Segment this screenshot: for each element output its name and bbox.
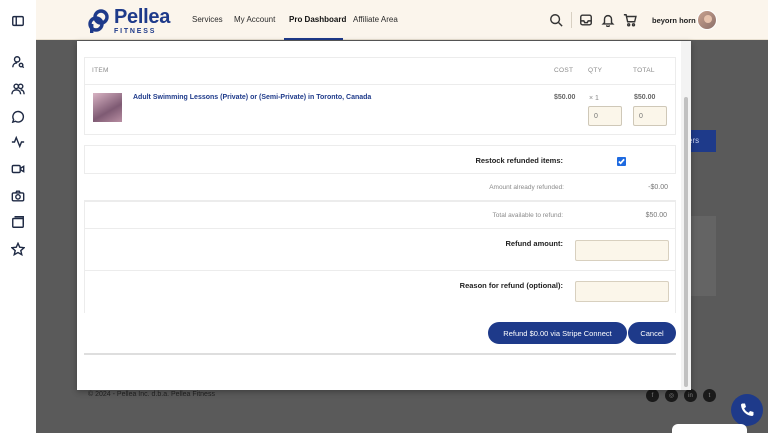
users-icon[interactable] xyxy=(10,81,26,97)
camera-icon[interactable] xyxy=(10,188,26,204)
refund-modal: ITEM COST QTY TOTAL Adult Swimming Lesso… xyxy=(77,41,691,390)
left-sidebar xyxy=(0,0,36,433)
nav-affiliate-area[interactable]: Affiliate Area xyxy=(353,15,398,24)
bell-icon[interactable] xyxy=(601,13,615,28)
username[interactable]: beyorn horn xyxy=(652,16,696,25)
sidebar-toggle-icon[interactable] xyxy=(10,13,26,29)
search-icon[interactable] xyxy=(549,13,563,27)
already-refunded-value: -$0.00 xyxy=(648,184,668,191)
nav-services[interactable]: Services xyxy=(192,15,223,24)
inbox-icon[interactable] xyxy=(579,13,593,27)
available-row: Total available to refund: $50.00 xyxy=(84,201,676,229)
item-total: $50.00 xyxy=(634,94,656,101)
reason-label: Reason for refund (optional): xyxy=(459,281,563,290)
user-avatar[interactable] xyxy=(697,10,717,30)
star-icon[interactable] xyxy=(10,241,26,257)
table-divider xyxy=(85,84,675,85)
refund-items-table: ITEM COST QTY TOTAL Adult Swimming Lesso… xyxy=(84,57,676,135)
column-header-item: ITEM xyxy=(92,67,109,74)
restock-label: Restock refunded items: xyxy=(475,156,563,165)
refund-total-input[interactable] xyxy=(633,106,667,126)
column-header-cost: COST xyxy=(554,67,574,74)
logo-subtitle: FITNESS xyxy=(114,28,157,35)
available-value: $50.00 xyxy=(645,212,667,219)
available-label: Total available to refund: xyxy=(492,212,563,219)
phone-icon xyxy=(741,403,754,416)
item-thumbnail[interactable] xyxy=(93,93,122,122)
pellea-logo-icon xyxy=(88,9,109,33)
header-divider xyxy=(571,12,572,28)
already-refunded-label: Amount already refunded: xyxy=(489,184,564,191)
restock-row: Restock refunded items: xyxy=(84,145,676,174)
restock-checkbox[interactable] xyxy=(617,157,626,166)
logo-wordmark: Pellea xyxy=(114,6,171,28)
refund-amount-input[interactable] xyxy=(575,240,669,261)
active-nav-indicator xyxy=(284,38,343,40)
user-search-icon[interactable] xyxy=(10,54,26,70)
modal-bottom-divider xyxy=(84,353,676,355)
refund-button[interactable]: Refund $0.00 via Stripe Connect xyxy=(488,322,627,344)
refund-qty-input[interactable] xyxy=(588,106,622,126)
item-qty: × 1 xyxy=(589,95,599,102)
cart-icon[interactable] xyxy=(623,13,637,27)
gallery-icon[interactable] xyxy=(10,214,26,230)
item-name-link[interactable]: Adult Swimming Lessons (Private) or (Sem… xyxy=(133,94,371,101)
nav-pro-dashboard[interactable]: Pro Dashboard xyxy=(289,15,346,24)
column-header-qty: QTY xyxy=(588,67,603,74)
reason-input[interactable] xyxy=(575,281,669,302)
top-header: Pellea FITNESS Services My Account Pro D… xyxy=(36,0,768,40)
activity-icon[interactable] xyxy=(10,134,26,150)
video-icon[interactable] xyxy=(10,161,26,177)
modal-scrollbar-thumb[interactable] xyxy=(684,97,688,387)
linkedin-icon[interactable]: in xyxy=(684,389,697,402)
refund-amount-label: Refund amount: xyxy=(505,239,564,248)
pellea-logo[interactable]: Pellea FITNESS xyxy=(88,7,170,35)
facebook-icon[interactable]: f xyxy=(646,389,659,402)
reason-row: Reason for refund (optional): xyxy=(84,271,676,313)
twitter-icon[interactable]: t xyxy=(703,389,716,402)
item-cost: $50.00 xyxy=(554,94,576,101)
instagram-icon[interactable]: ◎ xyxy=(665,389,678,402)
chat-icon[interactable] xyxy=(10,108,26,124)
already-refunded-row: Amount already refunded: -$0.00 xyxy=(84,174,676,201)
cancel-button[interactable]: Cancel xyxy=(628,322,676,344)
phone-call-button[interactable] xyxy=(731,394,763,426)
footer-copyright: © 2024 - Pellea Inc. d.b.a. Pellea Fitne… xyxy=(88,391,215,398)
column-header-total: TOTAL xyxy=(633,67,655,74)
refund-amount-row: Refund amount: xyxy=(84,229,676,271)
nav-my-account[interactable]: My Account xyxy=(234,15,275,24)
bottom-widget-tab[interactable] xyxy=(672,424,747,433)
